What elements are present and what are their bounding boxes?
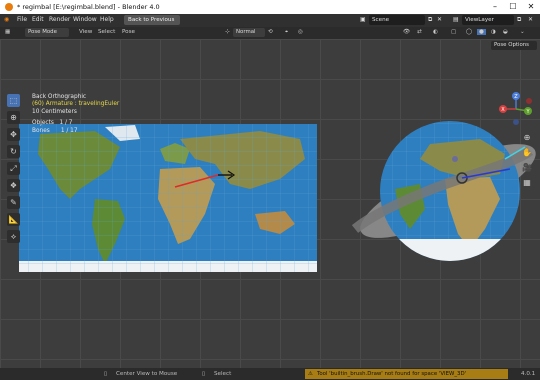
scene-selector[interactable]: Scene xyxy=(369,15,425,25)
scene-icon: ▣ xyxy=(360,16,366,23)
shading-material-icon[interactable]: ◑ xyxy=(491,29,496,35)
mouse-left-icon: ▯ xyxy=(202,371,206,377)
snap-icon[interactable]: ⌖ xyxy=(285,29,288,36)
objects-stat-label: Objects xyxy=(32,120,54,127)
move-tool-icon[interactable]: ✥ xyxy=(7,128,20,141)
back-to-previous-button[interactable]: Back to Previous xyxy=(124,15,180,25)
tool-shelf: ⬚ ⊕ ✥ ↻ ⤢ ❖ ✎ 📐 ⟡ xyxy=(7,94,21,247)
warning-text: Tool 'builtin_brush.Draw' not found for … xyxy=(317,371,467,377)
menu-render[interactable]: Render xyxy=(49,16,70,23)
navigation-buttons: ⊕ ✋ 🎥 ▦ xyxy=(522,133,532,193)
objects-stat: Objects 1 / 7 xyxy=(32,120,119,127)
version-label: 4.0.1 xyxy=(521,371,536,377)
status-bar: ▯ Center View to Mouse ▯ Select ⚠ Tool '… xyxy=(0,368,540,380)
viewport-canvas xyxy=(19,121,540,272)
blender-logo-icon xyxy=(5,3,13,11)
shading-solid-icon[interactable]: ● xyxy=(477,29,486,35)
orientation-label: Normal xyxy=(236,29,256,35)
shading-options-icon[interactable]: ⌄ xyxy=(520,29,525,35)
perspective-grid-icon[interactable]: ▦ xyxy=(522,178,532,188)
gizmo-z-label: Z xyxy=(514,94,518,100)
window-titlebar: * regimbal [E:\regimbal.blend] - Blender… xyxy=(0,0,540,14)
xray-icon[interactable]: ▢ xyxy=(451,29,456,35)
bones-stat: Bones 1 / 17 xyxy=(32,128,119,135)
camera-view-icon[interactable]: 🎥 xyxy=(522,163,532,173)
rotate-tool-icon[interactable]: ↻ xyxy=(7,145,20,158)
view-name: Back Orthographic xyxy=(32,94,87,100)
bones-stat-label: Bones xyxy=(32,127,50,134)
window-title: * regimbal [E:\regimbal.blend] - Blender… xyxy=(17,3,160,11)
scene-close-icon[interactable]: ✕ xyxy=(437,16,442,23)
viewport-info-overlay: Back Orthographic (60) Armature : travel… xyxy=(32,94,119,135)
menu-file[interactable]: File xyxy=(17,16,27,23)
shading-render-icon[interactable]: ◒ xyxy=(503,29,508,35)
menu-pose[interactable]: Pose xyxy=(122,29,135,35)
navigation-gizmo[interactable]: Z Y X xyxy=(498,91,534,127)
grid-scale-label: 10 Centimeters xyxy=(32,108,77,115)
gizmo-toggle-icon[interactable]: ⇄ xyxy=(417,29,422,35)
overlay-toggle-icon[interactable]: ◐ xyxy=(433,29,438,35)
pan-hand-icon[interactable]: ✋ xyxy=(522,148,532,158)
pivot-icon[interactable]: ⟲ xyxy=(268,29,273,35)
measure-tool-icon[interactable]: 📐 xyxy=(7,213,20,226)
viewlayer-copy-icon[interactable]: ⧉ xyxy=(517,16,521,24)
globe[interactable] xyxy=(350,121,540,261)
maximize-icon[interactable]: ☐ xyxy=(506,1,520,12)
proportional-icon[interactable]: ◎ xyxy=(298,29,303,35)
shading-wire-icon[interactable]: ◯ xyxy=(466,29,472,35)
visibility-icon[interactable]: 👁 xyxy=(403,29,410,35)
menu-select[interactable]: Select xyxy=(98,29,115,35)
menu-help[interactable]: Help xyxy=(100,16,114,23)
menu-window[interactable]: Window xyxy=(73,16,97,23)
cursor-tool-icon[interactable]: ⊕ xyxy=(7,111,20,124)
scene-copy-icon[interactable]: ⧉ xyxy=(428,16,432,24)
bones-stat-value: 1 / 17 xyxy=(60,127,78,134)
mode-dropdown[interactable]: Pose Mode xyxy=(25,28,69,37)
gizmo-x-label: X xyxy=(501,107,505,113)
top-menubar: ◉ File Edit Render Window Help Back to P… xyxy=(0,14,540,27)
viewlayer-close-icon[interactable]: ✕ xyxy=(528,16,533,23)
menu-view[interactable]: View xyxy=(79,29,92,35)
center-view-hint: Center View to Mouse xyxy=(116,371,178,377)
3d-viewport[interactable]: Pose Options ⬚ ⊕ ✥ ↻ ⤢ ❖ ✎ 📐 ⟡ Back Orth… xyxy=(0,39,540,368)
warning-message: ⚠ Tool 'builtin_brush.Draw' not found fo… xyxy=(305,369,508,379)
select-box-tool-icon[interactable]: ⬚ xyxy=(7,94,20,107)
editor-type-icon[interactable]: ▦ xyxy=(5,29,10,35)
viewlayer-icon: ▤ xyxy=(453,16,459,23)
select-hint: Select xyxy=(214,371,232,377)
mode-label: Pose Mode xyxy=(28,29,57,35)
orientation-icon: ⊹ xyxy=(225,29,230,35)
active-object-label: (60) Armature : travelingEuler xyxy=(32,101,120,108)
close-icon[interactable]: ✕ xyxy=(524,1,538,12)
scale-tool-icon[interactable]: ⤢ xyxy=(7,162,20,175)
objects-stat-value: 1 / 7 xyxy=(59,120,73,127)
transform-tool-icon[interactable]: ❖ xyxy=(7,179,20,192)
minimize-icon[interactable]: – xyxy=(488,1,502,12)
orientation-dropdown[interactable]: Normal xyxy=(233,28,265,37)
warning-icon: ⚠ xyxy=(308,371,313,377)
menu-edit[interactable]: Edit xyxy=(32,16,44,23)
bone-tool-icon[interactable]: ⟡ xyxy=(7,230,20,243)
mouse-middle-icon: ▯ xyxy=(104,371,108,377)
viewport-header: ▦ Pose Mode View Select Pose ⊹ Normal ⟲ … xyxy=(0,27,540,39)
zoom-icon[interactable]: ⊕ xyxy=(522,133,532,143)
world-map-plane[interactable] xyxy=(19,124,317,272)
blender-menu-icon[interactable]: ◉ xyxy=(4,16,9,23)
annotate-tool-icon[interactable]: ✎ xyxy=(7,196,20,209)
viewlayer-selector[interactable]: ViewLayer xyxy=(462,15,514,25)
